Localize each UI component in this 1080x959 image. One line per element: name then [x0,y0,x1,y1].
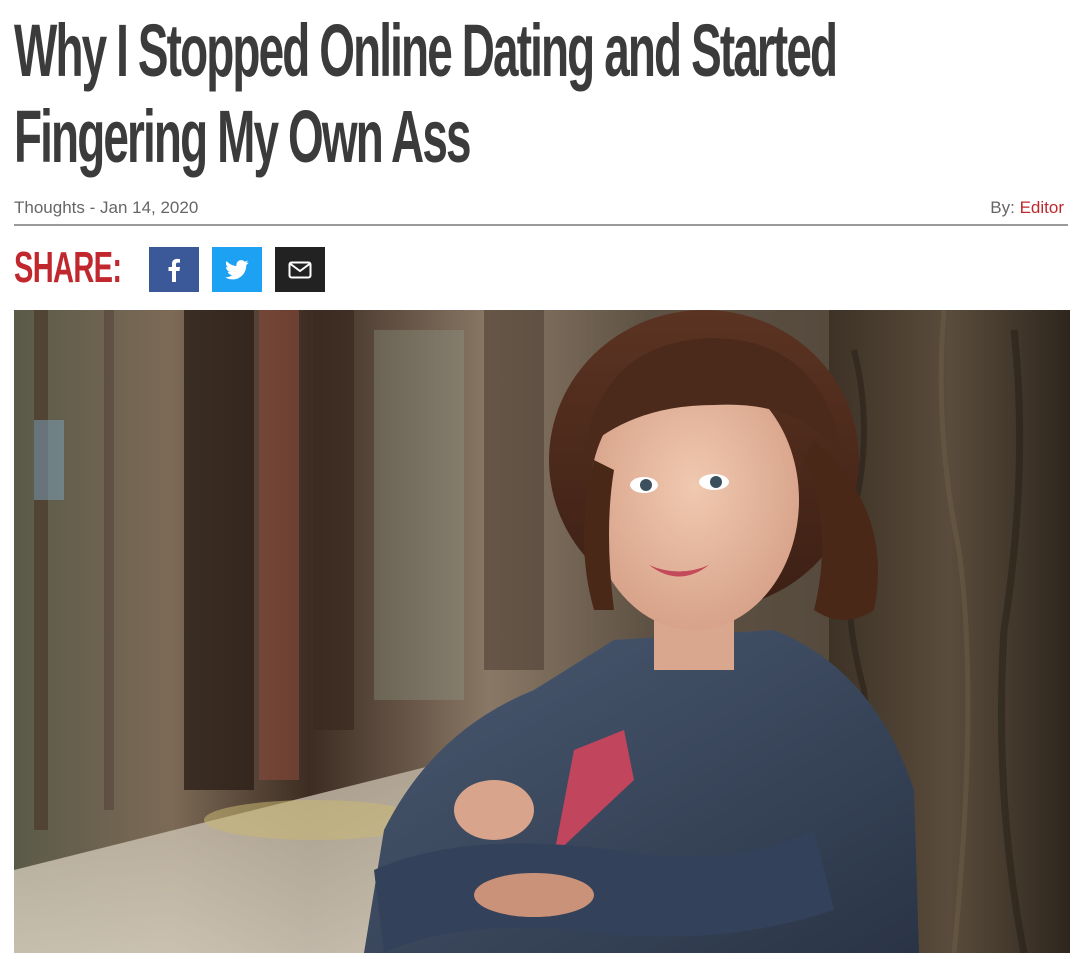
facebook-icon [167,258,181,282]
headline-line-1: Why I Stopped Online Dating and Started [14,9,838,92]
email-share-button[interactable] [275,247,325,292]
byline-prefix: By: [990,198,1015,217]
facebook-share-button[interactable] [149,247,199,292]
share-bar: SHARE: [14,243,414,293]
headline-line-2: Fingering My Own Ass [14,95,471,178]
twitter-icon [225,259,249,280]
hero-photo [14,310,1070,953]
article-headline: Why I Stopped Online Dating and Started … [14,8,838,180]
email-icon [288,261,312,279]
hero-illustration [14,310,1070,953]
share-label: SHARE: [14,243,122,292]
article-meta: Thoughts - Jan 14, 2020 By: Editor [14,196,1068,226]
category-date: Thoughts - Jan 14, 2020 [14,198,199,217]
byline: By: Editor [990,198,1064,218]
twitter-share-button[interactable] [212,247,262,292]
byline-author-link[interactable]: Editor [1020,198,1064,217]
